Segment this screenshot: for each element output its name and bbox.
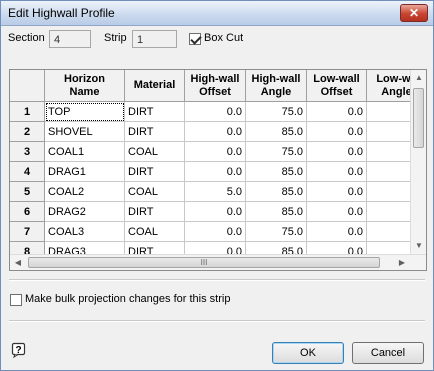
cell-highwall-angle[interactable]: 75.0 bbox=[246, 102, 307, 122]
horizontal-scrollbar[interactable]: ◀ III ▶ bbox=[10, 254, 426, 270]
separator bbox=[9, 279, 425, 281]
cell-lowwall-offset[interactable]: 0.0 bbox=[307, 202, 367, 222]
cell-horizon-name[interactable]: DRAG1 bbox=[45, 162, 125, 182]
cell-highwall-angle[interactable]: 85.0 bbox=[246, 122, 307, 142]
cell-horizon-name[interactable]: TOP bbox=[45, 102, 125, 122]
header-material[interactable]: Material bbox=[125, 70, 185, 102]
vertical-scroll-thumb[interactable] bbox=[413, 88, 424, 148]
cell-lowwall-offset[interactable]: 0.0 bbox=[307, 122, 367, 142]
cell-material[interactable]: DIRT bbox=[125, 162, 185, 182]
cell-highwall-offset[interactable]: 0.0 bbox=[185, 162, 246, 182]
cell-highwall-angle[interactable]: 75.0 bbox=[246, 142, 307, 162]
help-icon[interactable]: ? bbox=[11, 342, 27, 358]
bulk-changes-label: Make bulk projection changes for this st… bbox=[25, 293, 231, 305]
svg-text:?: ? bbox=[15, 345, 21, 356]
cell-highwall-offset[interactable]: 0.0 bbox=[185, 202, 246, 222]
dialog-window: Edit Highwall Profile ✕ Section 4 Strip … bbox=[0, 0, 434, 371]
cell-material[interactable]: COAL bbox=[125, 142, 185, 162]
close-button[interactable]: ✕ bbox=[400, 4, 428, 22]
vertical-scrollbar[interactable]: ▲ ▼ bbox=[410, 70, 426, 254]
cell-highwall-angle[interactable]: 85.0 bbox=[246, 202, 307, 222]
grip-icon: III bbox=[200, 258, 208, 267]
cell-horizon-name[interactable]: DRAG2 bbox=[45, 202, 125, 222]
bulk-changes-checkbox[interactable] bbox=[10, 294, 22, 306]
strip-label: Strip bbox=[104, 32, 127, 44]
separator bbox=[9, 320, 425, 322]
row-number[interactable]: 4 bbox=[10, 162, 45, 182]
cell-highwall-offset[interactable]: 0.0 bbox=[185, 142, 246, 162]
cell-material[interactable]: COAL bbox=[125, 222, 185, 242]
row-number[interactable]: 2 bbox=[10, 122, 45, 142]
header-lowwall-offset[interactable]: Low-wall Offset bbox=[307, 70, 367, 102]
horizontal-scroll-thumb[interactable]: III bbox=[28, 257, 380, 268]
cell-highwall-offset[interactable]: 0.0 bbox=[185, 222, 246, 242]
cell-material[interactable]: DIRT bbox=[125, 202, 185, 222]
cell-lowwall-offset[interactable]: 0.0 bbox=[307, 222, 367, 242]
cell-material[interactable]: DIRT bbox=[125, 102, 185, 122]
cell-horizon-name[interactable]: SHOVEL bbox=[45, 122, 125, 142]
scroll-left-icon[interactable]: ◀ bbox=[10, 255, 26, 270]
cell-highwall-offset[interactable]: 5.0 bbox=[185, 182, 246, 202]
row-number[interactable]: 1 bbox=[10, 102, 45, 122]
cell-material[interactable]: COAL bbox=[125, 182, 185, 202]
cell-horizon-name[interactable]: COAL1 bbox=[45, 142, 125, 162]
section-field[interactable]: 4 bbox=[49, 30, 91, 48]
row-number[interactable]: 6 bbox=[10, 202, 45, 222]
cell-lowwall-offset[interactable]: 0.0 bbox=[307, 182, 367, 202]
strip-field[interactable]: 1 bbox=[132, 30, 177, 48]
scroll-up-icon[interactable]: ▲ bbox=[411, 70, 426, 86]
box-cut-label: Box Cut bbox=[204, 32, 244, 44]
cell-lowwall-offset[interactable]: 0.0 bbox=[307, 102, 367, 122]
header-highwall-offset[interactable]: High-wall Offset bbox=[185, 70, 246, 102]
section-label: Section bbox=[8, 32, 45, 44]
title-bar[interactable]: Edit Highwall Profile ✕ bbox=[1, 1, 433, 26]
ok-button[interactable]: OK bbox=[272, 342, 344, 364]
cell-highwall-angle[interactable]: 75.0 bbox=[246, 222, 307, 242]
scroll-down-icon[interactable]: ▼ bbox=[411, 238, 426, 254]
cell-highwall-angle[interactable]: 85.0 bbox=[246, 182, 307, 202]
cell-lowwall-offset[interactable]: 0.0 bbox=[307, 142, 367, 162]
cancel-button[interactable]: Cancel bbox=[352, 342, 424, 364]
row-number[interactable]: 3 bbox=[10, 142, 45, 162]
horizon-grid: Horizon Name Material High-wall Offset H… bbox=[9, 69, 427, 271]
grid-corner-header bbox=[10, 70, 45, 102]
cell-highwall-offset[interactable]: 0.0 bbox=[185, 122, 246, 142]
cell-highwall-offset[interactable]: 0.0 bbox=[185, 102, 246, 122]
cell-horizon-name[interactable]: COAL3 bbox=[45, 222, 125, 242]
window-title: Edit Highwall Profile bbox=[8, 6, 115, 20]
cell-lowwall-offset[interactable]: 0.0 bbox=[307, 162, 367, 182]
scroll-right-icon[interactable]: ▶ bbox=[394, 255, 410, 270]
row-number[interactable]: 7 bbox=[10, 222, 45, 242]
header-horizon-name[interactable]: Horizon Name bbox=[45, 70, 125, 102]
close-icon: ✕ bbox=[408, 6, 420, 20]
row-number[interactable]: 5 bbox=[10, 182, 45, 202]
cell-highwall-angle[interactable]: 85.0 bbox=[246, 162, 307, 182]
box-cut-checkbox[interactable] bbox=[189, 33, 201, 45]
header-highwall-angle[interactable]: High-wall Angle bbox=[246, 70, 307, 102]
cell-material[interactable]: DIRT bbox=[125, 122, 185, 142]
cell-horizon-name[interactable]: COAL2 bbox=[45, 182, 125, 202]
